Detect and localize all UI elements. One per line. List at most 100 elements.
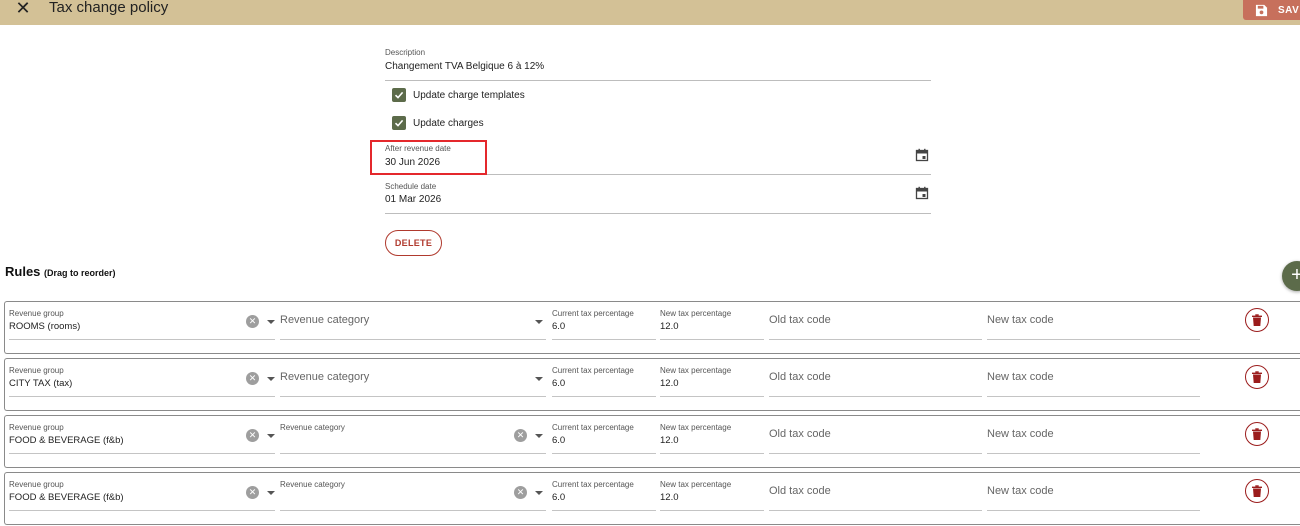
current-tax-label: Current tax percentage: [552, 480, 634, 489]
update-charges-checkbox[interactable]: Update charges: [392, 114, 484, 132]
current-tax-percentage-field[interactable]: Current tax percentage 6.0: [552, 359, 656, 397]
current-tax-percentage-field[interactable]: Current tax percentage 6.0: [552, 416, 656, 454]
calendar-icon[interactable]: [915, 148, 929, 162]
revenue-group-value: FOOD & BEVERAGE (f&b): [9, 435, 124, 446]
new-tax-label: New tax percentage: [660, 480, 732, 489]
chevron-down-icon[interactable]: [267, 434, 275, 438]
rule-row[interactable]: Revenue group FOOD & BEVERAGE (f&b) ✕ Reven…: [4, 415, 1300, 468]
highlight-box: [370, 140, 487, 175]
revenue-group-value: CITY TAX (tax): [9, 378, 73, 389]
clear-icon[interactable]: ✕: [246, 429, 259, 442]
rules-heading: Rules (Drag to reorder): [5, 264, 116, 279]
old-tax-code-placeholder: Old tax code: [769, 314, 831, 326]
delete-rule-button[interactable]: [1245, 479, 1269, 503]
save-button[interactable]: SAVE: [1243, 0, 1300, 20]
delete-button[interactable]: DELETE: [385, 230, 442, 256]
save-button-label: SAVE: [1278, 4, 1300, 16]
old-tax-code-placeholder: Old tax code: [769, 428, 831, 440]
description-value: Changement TVA Belgique 6 à 12%: [385, 61, 545, 72]
chevron-down-icon[interactable]: [267, 491, 275, 495]
new-tax-label: New tax percentage: [660, 309, 732, 318]
clear-icon[interactable]: ✕: [246, 486, 259, 499]
update-charges-label: Update charges: [413, 117, 484, 129]
update-charge-templates-label: Update charge templates: [413, 89, 525, 101]
chevron-down-icon[interactable]: [267, 377, 275, 381]
old-tax-code-field[interactable]: Old tax code: [769, 473, 982, 511]
description-field[interactable]: Description Changement TVA Belgique 6 à …: [385, 44, 931, 81]
description-label: Description: [385, 48, 426, 57]
clear-icon[interactable]: ✕: [514, 486, 527, 499]
clear-icon[interactable]: ✕: [246, 372, 259, 385]
trash-icon: [1252, 427, 1262, 440]
top-app-bar: ✕ Tax change policy SAVE: [0, 0, 1300, 25]
revenue-category-label: Revenue category: [280, 480, 345, 489]
new-tax-code-placeholder: New tax code: [987, 428, 1054, 440]
new-tax-value: 12.0: [660, 321, 679, 332]
calendar-icon[interactable]: [915, 186, 929, 200]
update-charge-templates-checkbox[interactable]: Update charge templates: [392, 86, 525, 104]
revenue-category-select[interactable]: Revenue category: [280, 359, 546, 397]
revenue-group-select[interactable]: Revenue group ROOMS (rooms) ✕: [9, 302, 275, 340]
delete-rule-button[interactable]: [1245, 365, 1269, 389]
clear-icon[interactable]: ✕: [246, 315, 259, 328]
chevron-down-icon[interactable]: [535, 377, 543, 381]
revenue-group-label: Revenue group: [9, 480, 64, 489]
close-icon[interactable]: ✕: [13, 0, 33, 18]
current-tax-percentage-field[interactable]: Current tax percentage 6.0: [552, 302, 656, 340]
rule-row[interactable]: Revenue group CITY TAX (tax) ✕ Revenue cate…: [4, 358, 1300, 411]
new-tax-code-field[interactable]: New tax code: [987, 416, 1200, 454]
schedule-date-field[interactable]: Schedule date 01 Mar 2026: [385, 180, 931, 214]
add-rule-button[interactable]: +: [1282, 261, 1300, 291]
new-tax-percentage-field[interactable]: New tax percentage 12.0: [660, 302, 764, 340]
revenue-group-select[interactable]: Revenue group CITY TAX (tax) ✕: [9, 359, 275, 397]
checkbox-checked-icon: [392, 116, 406, 130]
revenue-group-label: Revenue group: [9, 309, 64, 318]
old-tax-code-field[interactable]: Old tax code: [769, 359, 982, 397]
delete-rule-button[interactable]: [1245, 308, 1269, 332]
delete-rule-button[interactable]: [1245, 422, 1269, 446]
new-tax-value: 12.0: [660, 492, 679, 503]
revenue-group-value: FOOD & BEVERAGE (f&b): [9, 492, 124, 503]
old-tax-code-placeholder: Old tax code: [769, 371, 831, 383]
chevron-down-icon[interactable]: [267, 320, 275, 324]
current-tax-label: Current tax percentage: [552, 366, 634, 375]
revenue-category-select[interactable]: Revenue category ✕: [280, 416, 546, 454]
revenue-group-value: ROOMS (rooms): [9, 321, 81, 332]
new-tax-value: 12.0: [660, 378, 679, 389]
page-title: Tax change policy: [49, 0, 169, 16]
new-tax-code-field[interactable]: New tax code: [987, 473, 1200, 511]
current-tax-value: 6.0: [552, 435, 566, 446]
chevron-down-icon[interactable]: [535, 491, 543, 495]
revenue-group-label: Revenue group: [9, 366, 64, 375]
floppy-disk-icon: [1255, 4, 1268, 16]
revenue-group-select[interactable]: Revenue group FOOD & BEVERAGE (f&b) ✕: [9, 473, 275, 511]
revenue-group-label: Revenue group: [9, 423, 64, 432]
schedule-date-value: 01 Mar 2026: [385, 194, 442, 205]
new-tax-percentage-field[interactable]: New tax percentage 12.0: [660, 359, 764, 397]
revenue-category-select[interactable]: Revenue category: [280, 302, 546, 340]
old-tax-code-placeholder: Old tax code: [769, 485, 831, 497]
revenue-category-placeholder: Revenue category: [280, 314, 370, 326]
new-tax-percentage-field[interactable]: New tax percentage 12.0: [660, 416, 764, 454]
current-tax-value: 6.0: [552, 378, 566, 389]
current-tax-value: 6.0: [552, 321, 566, 332]
rules-subtitle: (Drag to reorder): [44, 268, 116, 278]
new-tax-label: New tax percentage: [660, 366, 732, 375]
new-tax-code-placeholder: New tax code: [987, 314, 1054, 326]
rule-row[interactable]: Revenue group ROOMS (rooms) ✕ Revenue categ…: [4, 301, 1300, 354]
trash-icon: [1252, 313, 1262, 326]
clear-icon[interactable]: ✕: [514, 429, 527, 442]
chevron-down-icon[interactable]: [535, 320, 543, 324]
current-tax-label: Current tax percentage: [552, 423, 634, 432]
new-tax-percentage-field[interactable]: New tax percentage 12.0: [660, 473, 764, 511]
old-tax-code-field[interactable]: Old tax code: [769, 416, 982, 454]
revenue-group-select[interactable]: Revenue group FOOD & BEVERAGE (f&b) ✕: [9, 416, 275, 454]
revenue-category-select[interactable]: Revenue category ✕: [280, 473, 546, 511]
new-tax-code-field[interactable]: New tax code: [987, 302, 1200, 340]
new-tax-code-field[interactable]: New tax code: [987, 359, 1200, 397]
new-tax-value: 12.0: [660, 435, 679, 446]
old-tax-code-field[interactable]: Old tax code: [769, 302, 982, 340]
chevron-down-icon[interactable]: [535, 434, 543, 438]
current-tax-percentage-field[interactable]: Current tax percentage 6.0: [552, 473, 656, 511]
rule-row[interactable]: Revenue group FOOD & BEVERAGE (f&b) ✕ Reven…: [4, 472, 1300, 525]
